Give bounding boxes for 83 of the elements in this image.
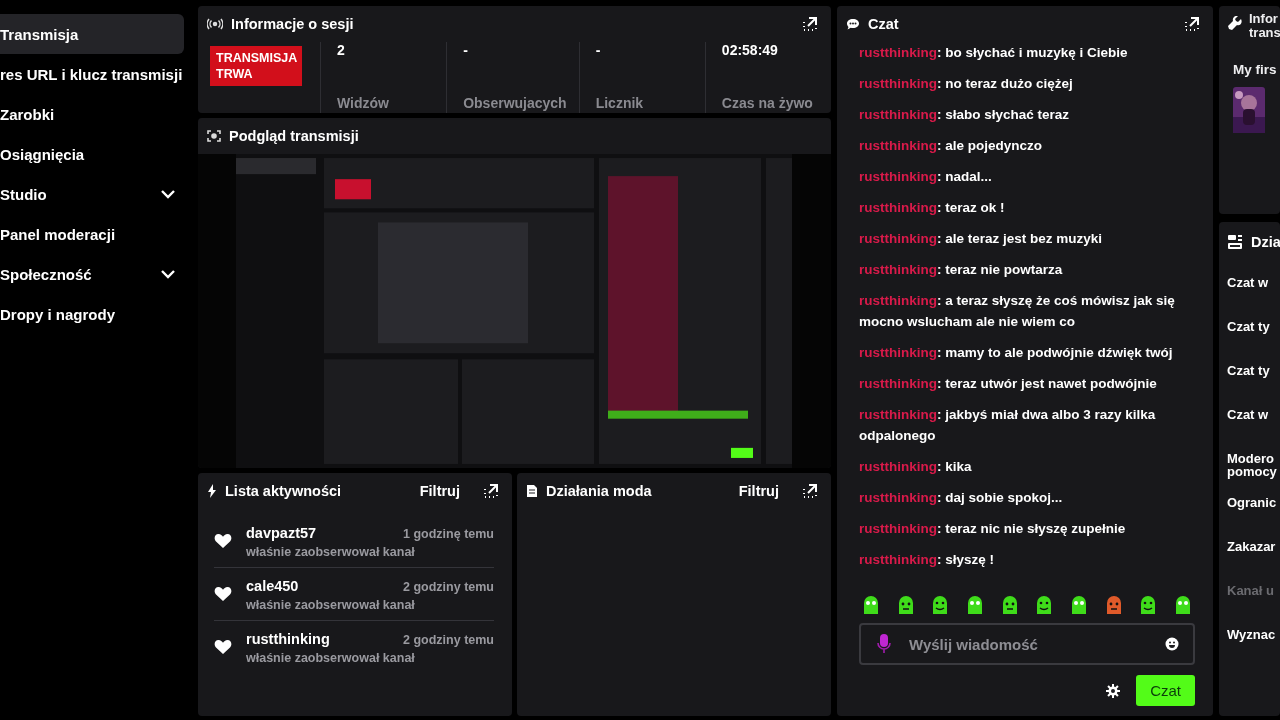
emote-icon[interactable] — [861, 595, 881, 615]
timestamp: 2 godziny temu — [403, 580, 494, 594]
timestamp: 1 godzinę temu — [403, 527, 494, 541]
stat-label: Czas na żywo — [721, 95, 814, 113]
settings-icon[interactable] — [1106, 683, 1121, 698]
stream-title: My firs — [1233, 62, 1278, 77]
chat-message: rustthinking: ale teraz jest bez muzyki — [859, 230, 1104, 248]
activity-text: właśnie zaobserwował kanał — [246, 651, 416, 665]
pop-out-icon[interactable] — [1183, 15, 1201, 33]
chat-message: rustthinking: daj sobie spokoj... — [859, 489, 1064, 507]
activity-text: właśnie zaobserwował kanał — [246, 545, 416, 559]
sidebar-item[interactable]: Społeczność — [0, 254, 184, 294]
sidebar-item[interactable]: Zarobki — [0, 94, 184, 134]
microphone-icon — [877, 634, 891, 654]
panel-title: Infor — [1249, 12, 1279, 26]
mod-tool-item[interactable]: Wyznac — [1227, 628, 1277, 672]
lightning-icon — [207, 484, 217, 498]
broadcast-icon — [207, 18, 223, 30]
stat-label: Obserwujacych — [463, 95, 567, 113]
chat-message: rustthinking: bo słychać i muzykę i Ciebie — [859, 44, 1129, 62]
heart-icon — [214, 586, 232, 602]
username: rustthinking — [246, 631, 330, 647]
timestamp: 2 godziny temu — [403, 633, 494, 647]
sidebar-item[interactable]: res URL i klucz transmisji — [0, 54, 184, 94]
mod-tool-item[interactable]: Czat ty — [1227, 320, 1277, 364]
chat-message: rustthinking: a teraz słyszę że coś mówisz jak się mocno wslucham ale nie wiem co — [859, 292, 1176, 331]
pop-out-icon[interactable] — [801, 15, 819, 33]
emoji-icon — [1165, 637, 1179, 651]
sidebar-item[interactable]: Osiągnięcia — [0, 134, 184, 174]
message-field[interactable]: Wyślij wiadomość — [859, 623, 1195, 665]
panel-title: Podgląd transmisji — [229, 128, 359, 144]
live-badge: TRANSMISJA TRWA — [210, 46, 302, 86]
panel-title: Działania moda — [546, 483, 652, 499]
panel-title: Informacje o sesji — [231, 16, 354, 32]
mod-tool-item[interactable]: Czat ty — [1227, 364, 1277, 408]
moderation-icon — [1227, 234, 1243, 250]
stat-value: - — [595, 42, 602, 58]
pop-out-icon[interactable] — [482, 482, 500, 500]
filter-button[interactable]: Filtruj — [415, 481, 464, 501]
chat-message: rustthinking: teraz ok ! — [859, 199, 1006, 217]
chat-message: rustthinking: kika — [859, 458, 973, 476]
username: davpazt57 — [246, 525, 317, 541]
mod-tool-item[interactable]: Ogranic — [1227, 496, 1277, 540]
chat-send-button[interactable]: Czat — [1136, 675, 1195, 706]
mod-tool-item: Kanał u — [1227, 584, 1275, 600]
activity-text: właśnie zaobserwował kanał — [246, 598, 416, 612]
mod-tool-item[interactable]: Czat w — [1227, 408, 1277, 452]
sidebar-item[interactable]: Studio — [0, 174, 184, 214]
heart-icon — [214, 639, 232, 655]
panel-title: trans — [1249, 26, 1280, 40]
chat-message: rustthinking: teraz nic nie słyszę zupełnie — [859, 520, 1127, 538]
panel-title: Lista aktywności — [225, 483, 342, 499]
sidebar-item[interactable]: Transmisja — [0, 14, 184, 54]
chat-message: rustthinking: teraz utwór jest nawet podwójnie — [859, 375, 1158, 393]
chat-message: rustthinking: słabo słychać teraz — [859, 106, 1071, 124]
stat-value: - — [463, 42, 469, 58]
chat-message: rustthinking: no teraz dużo ciężej — [859, 75, 1074, 93]
heart-icon — [214, 533, 232, 549]
chat-bubble-icon — [846, 18, 860, 30]
sidebar-item[interactable]: Dropy i nagrody — [0, 294, 184, 334]
chat-message: rustthinking: teraz nie powtarza — [859, 261, 1064, 279]
mod-tool-item[interactable]: Zakazar — [1227, 540, 1277, 584]
filter-button[interactable]: Filtruj — [734, 481, 783, 501]
chevron-icon — [160, 269, 176, 279]
chat-message: rustthinking: słyszę ! — [859, 551, 996, 569]
wrench-icon — [1227, 16, 1243, 32]
preview-icon — [207, 130, 221, 142]
stat-label: Licznik — [595, 95, 645, 113]
mod-tool-item[interactable]: Modero pomocy — [1227, 452, 1277, 496]
sidebar-item[interactable]: Panel moderacji — [0, 214, 184, 254]
chat-message: rustthinking: nadal... — [859, 168, 993, 186]
chat-message: rustthinking: mamy to ale podwójnie dźwięk twój — [859, 344, 1174, 362]
stat-value: 2 — [337, 42, 346, 58]
pop-out-icon[interactable] — [801, 482, 819, 500]
mod-tool-item[interactable]: Czat w — [1227, 276, 1277, 320]
chevron-icon — [160, 189, 176, 199]
panel-title: Czat — [868, 16, 899, 32]
chat-message: rustthinking: ale pojedynczo — [859, 137, 1044, 155]
stat-value: 02:58:49 — [721, 42, 779, 58]
username: cale450 — [246, 578, 299, 594]
chat-message: rustthinking: jakbyś miał dwa albo 3 razy kilka odpalonego — [859, 406, 1157, 445]
stat-label: Widzów — [337, 95, 390, 113]
document-icon — [526, 484, 538, 498]
